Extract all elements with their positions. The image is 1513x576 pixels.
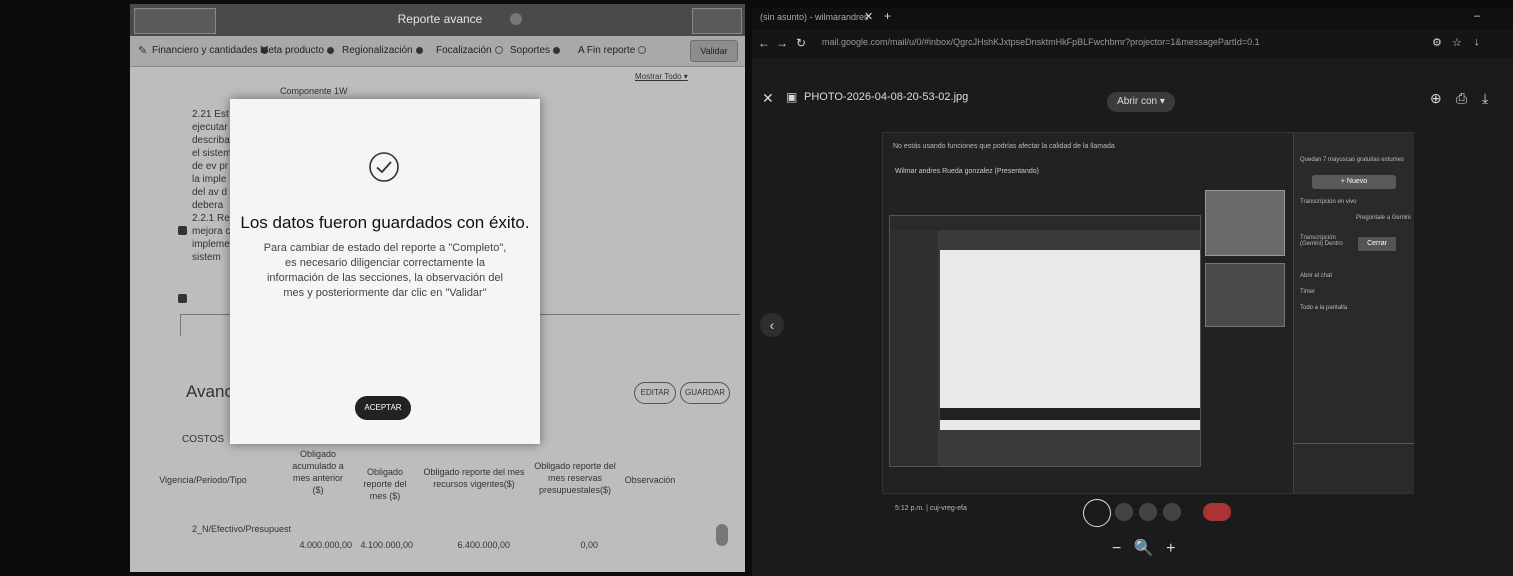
inner-sidebar <box>890 230 938 466</box>
table-header: Obligado acumulado a mes anterior ($) <box>292 449 344 495</box>
mic-button[interactable] <box>1083 499 1111 527</box>
side-item[interactable]: Timer <box>1300 289 1315 295</box>
participant-tile <box>1205 190 1285 256</box>
table-cell: 4.000.000,00 <box>299 540 352 550</box>
captions-button[interactable] <box>1139 503 1157 521</box>
close-viewer-icon[interactable]: ✕ <box>762 90 774 107</box>
new-button[interactable]: + Nuevo <box>1312 175 1396 189</box>
mostrar-todo-link[interactable]: Mostrar Todo ▾ <box>635 72 688 81</box>
table-cell: 6.400.000,00 <box>457 540 510 550</box>
tab-meta-producto[interactable]: Meta producto <box>260 45 334 56</box>
reload-icon[interactable]: ↻ <box>796 36 806 50</box>
download-icon[interactable]: ↓ <box>1474 36 1480 48</box>
side-item[interactable]: Todo a la pantalla <box>1300 305 1347 311</box>
editar-button[interactable]: EDITAR <box>634 382 676 404</box>
minimize-icon[interactable]: – <box>1474 10 1480 22</box>
open-with-button[interactable]: Abrir con ▾ <box>1107 92 1175 112</box>
tab-status-dot <box>553 46 561 54</box>
tab-soportes[interactable]: Soportes <box>510 45 561 56</box>
tab-focalizacion[interactable]: Focalización <box>436 45 503 56</box>
inner-page <box>940 250 1200 430</box>
forward-icon[interactable]: → <box>776 36 788 50</box>
side-item[interactable]: Abrir el chat <box>1300 273 1332 279</box>
new-tab-icon[interactable]: + <box>884 9 891 23</box>
section-tabs: ✎ Financiero y cantidades Meta producto … <box>130 36 745 67</box>
background-text: 2.21 Est ejecutar describa el sistem de ev … <box>192 109 232 263</box>
presenter-name: Wilmar andres Rueda gonzalez (Presentand… <box>895 168 1039 175</box>
validar-button[interactable]: Validar <box>690 40 738 62</box>
camera-button[interactable] <box>1115 503 1133 521</box>
shared-screen <box>889 215 1201 467</box>
inner-browser-bar <box>890 216 1200 230</box>
tab-regionalizacion[interactable]: Regionalización <box>342 45 423 56</box>
side-title: Quedan 7 mayuscas gratuitas estumes <box>1300 157 1405 163</box>
url-text[interactable]: mail.google.com/mail/u/0/#inbox/QgrcJHsh… <box>822 37 1342 47</box>
aceptar-button[interactable]: ACEPTAR <box>355 396 411 420</box>
guardar-button[interactable]: GUARDAR <box>680 382 730 404</box>
right-screenshot: (sin asunto) - wilmarandres ✕ + – ← → ↻ … <box>752 8 1513 576</box>
component-label: Componente 1W <box>280 86 348 96</box>
status-icon <box>510 13 522 25</box>
back-icon[interactable]: ← <box>758 36 770 50</box>
previous-image-button[interactable]: ‹ <box>760 313 784 337</box>
costos-label: COSTOS <box>182 434 237 445</box>
side-item[interactable]: Transcripción en vivo <box>1300 199 1356 205</box>
left-screenshot: Reporte avance ✎ Financiero y cantidades… <box>130 4 745 572</box>
checkbox-icon[interactable] <box>178 226 187 235</box>
titlebar-tab[interactable] <box>134 8 216 34</box>
cerrar-button[interactable]: Cerrar <box>1358 237 1396 251</box>
tab-fin-reporte[interactable]: A Fin reporte <box>578 45 647 56</box>
side-item[interactable]: Pregúntale a Gemini <box>1356 215 1411 221</box>
download-icon[interactable]: ⤓ <box>1482 90 1488 107</box>
file-name: PHOTO-2026-04-08-20-53-02.jpg <box>804 91 969 103</box>
table-cell: 4.100.000,00 <box>360 540 413 550</box>
table-row-label: 2_N/Efectivo/Presupuest <box>192 524 292 534</box>
tab-status-dot <box>415 46 423 54</box>
zoom-in-icon[interactable]: + <box>1166 540 1175 557</box>
window-title: Reporte avance <box>397 12 483 26</box>
meet-time: 5:12 p.m. | cuj-vreg-efa <box>895 505 967 512</box>
table-cell: 0,00 <box>580 540 598 550</box>
photo-preview: No estás usando funciones que podrías af… <box>882 132 1414 527</box>
table-header: Obligado reporte del mes ($) <box>363 467 407 501</box>
table-header: Obligado reporte del mes recursos vigent… <box>423 467 525 489</box>
divider <box>1294 443 1414 444</box>
titlebar-control[interactable] <box>692 8 742 34</box>
tab-status-dot <box>326 46 334 54</box>
table-header: Vigencia/Periodo/Tipo <box>159 475 247 485</box>
tab-financiero[interactable]: Financiero y cantidades <box>152 45 268 56</box>
scroll-handle[interactable] <box>716 524 728 546</box>
browser-tab-strip: (sin asunto) - wilmarandres ✕ + – <box>752 8 1513 30</box>
inner-page-bar <box>940 408 1200 420</box>
checkbox-icon[interactable] <box>178 294 187 303</box>
extension-icon[interactable]: ⚙ <box>1432 36 1442 49</box>
pencil-icon: ✎ <box>138 45 148 57</box>
meet-info-text: No estás usando funciones que podrías af… <box>893 143 1115 150</box>
end-call-button[interactable] <box>1203 503 1231 521</box>
image-file-icon: ▣ <box>786 90 798 104</box>
table-header: Obligado reporte del mes reservas presup… <box>534 461 616 495</box>
tab-status-dot <box>638 46 647 55</box>
modal-title: Los datos fueron guardados con éxito. <box>240 213 530 232</box>
side-item[interactable]: Transcripción (Gemini) Dentro <box>1300 235 1356 247</box>
browser-tab[interactable]: (sin asunto) - wilmarandres <box>760 12 915 28</box>
star-icon[interactable]: ☆ <box>1452 36 1462 49</box>
zoom-icon: 🔍 <box>1133 540 1154 557</box>
success-modal: Los datos fueron guardados con éxito. Pa… <box>230 99 540 444</box>
check-circle-icon <box>369 152 399 182</box>
tab-status-dot <box>494 46 503 55</box>
print-icon[interactable]: ⎙ <box>1456 90 1467 107</box>
window-titlebar: Reporte avance <box>130 4 745 36</box>
zoom-out-icon[interactable]: − <box>1112 540 1121 557</box>
close-icon[interactable]: ✕ <box>864 10 873 23</box>
drive-add-icon[interactable]: ⊕ <box>1430 90 1442 107</box>
modal-message: Para cambiar de estado del reporte a "Co… <box>263 242 507 299</box>
divider <box>180 314 181 336</box>
table-header: Observación <box>624 475 676 485</box>
present-button[interactable] <box>1163 503 1181 521</box>
participant-tile <box>1205 263 1285 327</box>
meet-side-panel: Quedan 7 mayuscas gratuitas estumes + Nu… <box>1293 133 1414 493</box>
zoom-controls: − 🔍 + <box>1112 538 1176 558</box>
